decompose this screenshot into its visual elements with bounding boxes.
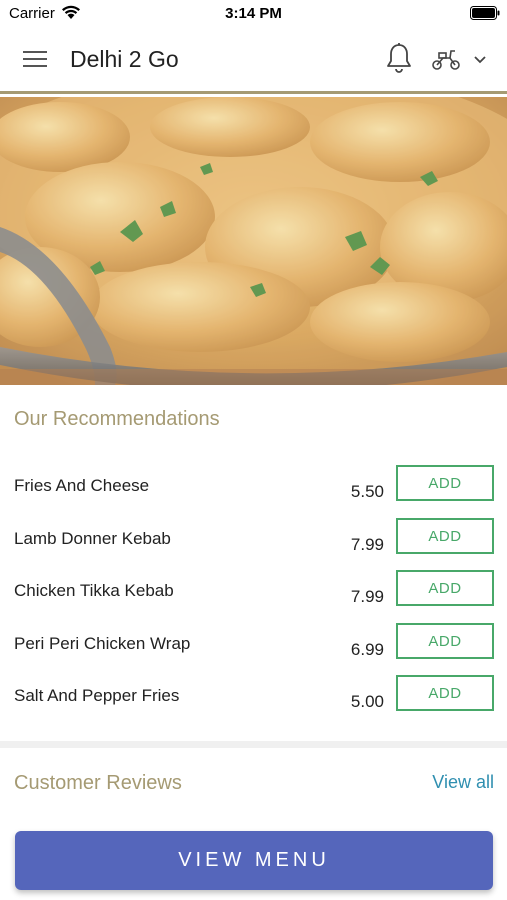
app-header: Delhi 2 Go <box>0 26 507 94</box>
hero-food-image <box>0 97 507 385</box>
item-name: Salt And Pepper Fries <box>14 686 180 705</box>
status-time: 3:14 PM <box>225 5 282 22</box>
item-name: Lamb Donner Kebab <box>14 529 171 548</box>
reviews-title: Customer Reviews <box>14 772 182 794</box>
item-price: 7.99 <box>350 535 384 554</box>
item-price: 7.99 <box>350 587 384 606</box>
view-all-link[interactable]: View all <box>432 772 494 793</box>
curry-dish-illustration <box>0 97 507 385</box>
section-divider <box>0 741 507 748</box>
item-price: 6.99 <box>350 640 384 659</box>
add-button[interactable]: ADD <box>396 570 494 606</box>
menu-icon[interactable] <box>23 49 47 69</box>
item-name: Chicken Tikka Kebab <box>14 581 174 600</box>
recommendations-title: Our Recommendations <box>14 408 220 430</box>
chevron-down-icon[interactable] <box>473 53 487 65</box>
add-button[interactable]: ADD <box>396 465 494 501</box>
item-price: 5.00 <box>350 692 384 711</box>
app-title: Delhi 2 Go <box>70 46 179 72</box>
item-price: 5.50 <box>350 482 384 501</box>
status-bar: Carrier 3:14 PM <box>0 0 507 26</box>
add-button[interactable]: ADD <box>396 675 494 711</box>
bell-icon[interactable] <box>385 42 413 74</box>
add-button[interactable]: ADD <box>396 518 494 554</box>
item-name: Peri Peri Chicken Wrap <box>14 634 191 653</box>
item-name: Fries And Cheese <box>14 476 150 495</box>
list-item: Salt And Pepper Fries 5.00 ADD <box>0 675 507 738</box>
view-menu-button[interactable]: VIEW MENU <box>15 831 493 890</box>
add-button[interactable]: ADD <box>396 623 494 659</box>
scooter-icon[interactable] <box>431 47 461 71</box>
battery-icon <box>470 6 500 20</box>
